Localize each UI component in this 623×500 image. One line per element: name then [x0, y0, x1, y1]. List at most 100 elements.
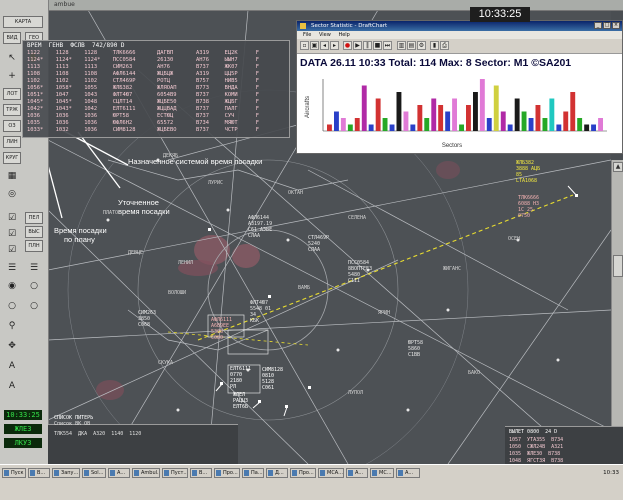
taskbar-item[interactable]: Sol...: [82, 468, 106, 478]
taskbar-item[interactable]: Д...: [266, 468, 288, 478]
toolbar-button[interactable]: ЛИН: [3, 136, 21, 148]
stop-icon[interactable]: ■: [373, 41, 382, 50]
cursor-icon[interactable]: ↖: [4, 52, 20, 64]
aircraft-label[interactable]: ЖЛЕЛ РАЦЦЗ EЛТ6Б: [233, 392, 248, 410]
list-row[interactable]: 1050 СЖЛ24В A321: [509, 444, 563, 450]
chart-bar: [521, 111, 527, 131]
list-icon[interactable]: ☰: [4, 262, 20, 274]
chart-bar: [479, 79, 485, 131]
toolbar-button[interactable]: ЛОТ: [3, 88, 21, 100]
table-cell: F: [255, 85, 260, 91]
check-icon[interactable]: ☑: [4, 228, 20, 240]
prev-icon[interactable]: ◂: [320, 41, 329, 50]
toolbar-button[interactable]: ПЕЛ: [25, 212, 43, 224]
scroll-thumb[interactable]: [613, 255, 623, 277]
pause-icon[interactable]: ‖: [363, 41, 372, 50]
taskbar-item[interactable]: В...: [190, 468, 212, 478]
check-icon[interactable]: ☑: [4, 244, 20, 256]
toolbar-button[interactable]: ПЛН: [25, 240, 43, 252]
play-icon[interactable]: ▶: [353, 41, 362, 50]
open-icon[interactable]: ▣: [310, 41, 319, 50]
table-icon[interactable]: ▤: [407, 41, 416, 50]
maximize-icon[interactable]: □: [603, 22, 611, 29]
close-icon[interactable]: ×: [612, 22, 620, 29]
radio-icon[interactable]: ○: [26, 300, 42, 312]
menu-help[interactable]: Help: [338, 32, 349, 38]
aircraft-label[interactable]: АФЛ6111 A6В9ЕЕ 5308 C080: [211, 317, 232, 341]
view-button[interactable]: ВИД: [3, 32, 21, 44]
taskbar-item[interactable]: МС...: [370, 468, 394, 478]
chart-bar: [466, 105, 471, 131]
aircraft-label[interactable]: ТЛК6666 6088 НЗ 1С 25 0750: [518, 195, 539, 219]
toolbar-button[interactable]: ТРЖ: [3, 104, 21, 116]
binoculars-icon[interactable]: ⚲: [4, 320, 20, 332]
fix-name: ДЕВЦЕ: [128, 250, 144, 256]
status-display: ЛКУЗ: [4, 438, 42, 448]
list-row[interactable]: 1057 УТА355 B734: [509, 437, 563, 443]
menu-view[interactable]: View: [319, 32, 331, 38]
bottom-list-left[interactable]: СПИСОК ПИТЕРЬ ТЛК554 ДКА A320 1140 1120 …: [48, 415, 238, 465]
taskbar-item[interactable]: Ambul...: [132, 468, 160, 478]
aircraft-label[interactable]: СТЛ469Р 5240 CЛАА: [308, 235, 329, 253]
table-cell: 1051*: [27, 92, 44, 98]
radio-icon[interactable]: ◉: [4, 280, 20, 292]
taskbar-item[interactable]: A...: [346, 468, 368, 478]
target-icon[interactable]: ◎: [4, 188, 20, 200]
start-button[interactable]: Пуск: [2, 468, 26, 478]
list-row[interactable]: Список ВК ОВ: [54, 421, 90, 427]
taskbar-item[interactable]: Пуст...: [162, 468, 188, 478]
taskbar-item[interactable]: А...: [108, 468, 130, 478]
taskbar-item[interactable]: Па...: [242, 468, 264, 478]
window-titlebar[interactable]: Sector Statistic - DraftChart _ □ ×: [297, 21, 622, 31]
annotation-line: Уточненное: [118, 198, 159, 207]
toolbar-button[interactable]: ОЗ: [3, 120, 21, 132]
scroll-up-icon[interactable]: ▲: [613, 162, 623, 172]
sector-statistic-window[interactable]: Sector Statistic - DraftChart _ □ × File…: [296, 20, 623, 154]
radio-icon[interactable]: ○: [4, 300, 20, 312]
check-icon[interactable]: ☑: [4, 212, 20, 224]
menu-file[interactable]: File: [303, 32, 311, 38]
aircraft-label[interactable]: АФЛ6144 А3197.19 C61 АЭВЕ CЛАА: [248, 215, 272, 239]
aircraft-label[interactable]: СИМ8128 0810 5128 C061: [262, 367, 283, 391]
toolbar-button[interactable]: ВЫС: [25, 226, 43, 238]
departure-list[interactable]: ВЫЛЕТ 0800 24 D 1057 УТА355 B734 1050 СЖ…: [505, 426, 623, 465]
bars-icon[interactable]: ▮: [430, 41, 439, 50]
chart-icon[interactable]: ▥: [397, 41, 406, 50]
aircraft-label[interactable]: ЖЛБ382 3888 АЦБ 85 LTA1068: [516, 160, 540, 184]
aircraft-label[interactable]: ФЛТ4Ю7 5548 01 34 КБК: [250, 300, 271, 324]
list-icon[interactable]: ☰: [26, 262, 42, 274]
aircraft-label[interactable]: ЮРТ58 5860 С1ВВ: [408, 340, 423, 358]
aircraft-label[interactable]: СИМ263 3850 С068: [138, 310, 156, 328]
chart-bar: [514, 98, 520, 131]
taskbar-item[interactable]: Про...: [290, 468, 316, 478]
table-cell: 1045*: [55, 99, 72, 105]
next-icon[interactable]: ▸: [330, 41, 339, 50]
font-size-icon[interactable]: A: [4, 380, 20, 392]
list-row[interactable]: 1035 ЖЛЕЗ0 B738: [509, 451, 560, 457]
table-cell: 1042: [84, 106, 98, 112]
map-button[interactable]: КАРТА: [3, 16, 43, 28]
list-row[interactable]: ТЛК554 ДКА A320 1140 1120: [54, 431, 141, 437]
taskbar-item[interactable]: Запу...: [52, 468, 80, 478]
record-icon[interactable]: ●: [343, 41, 352, 50]
print-icon[interactable]: ⎙: [440, 41, 449, 50]
minimize-icon[interactable]: _: [594, 22, 602, 29]
new-icon[interactable]: ▫: [300, 41, 309, 50]
layers-icon[interactable]: ▦: [4, 170, 20, 182]
stats-info: DATA 26.11 10:33 Total: 114 Max: 8 Secto…: [300, 57, 572, 69]
toolbar-button[interactable]: КРУГ: [3, 152, 21, 164]
zoom-in-icon[interactable]: +: [4, 70, 20, 82]
taskbar-item[interactable]: A...: [396, 468, 420, 478]
step-icon[interactable]: ⏭: [383, 41, 392, 50]
text-icon[interactable]: A: [4, 360, 20, 372]
radio-icon[interactable]: ○: [26, 280, 42, 292]
taskbar-item[interactable]: Про...: [214, 468, 240, 478]
aircraft-label[interactable]: ЕЛТ6111 0770 2180 РЛ: [230, 366, 251, 390]
taskbar-item[interactable]: MCA...: [318, 468, 344, 478]
vertical-scrollbar[interactable]: ▲ ▼: [611, 160, 623, 464]
table-cell: 1124*: [84, 57, 101, 63]
settings-icon[interactable]: ⚙: [417, 41, 426, 50]
aircraft-label[interactable]: ПСС0584 8ВОПТЕЕЗ 5480 C1II: [348, 260, 372, 284]
taskbar-item[interactable]: В...: [28, 468, 50, 478]
move-icon[interactable]: ✥: [4, 340, 20, 352]
